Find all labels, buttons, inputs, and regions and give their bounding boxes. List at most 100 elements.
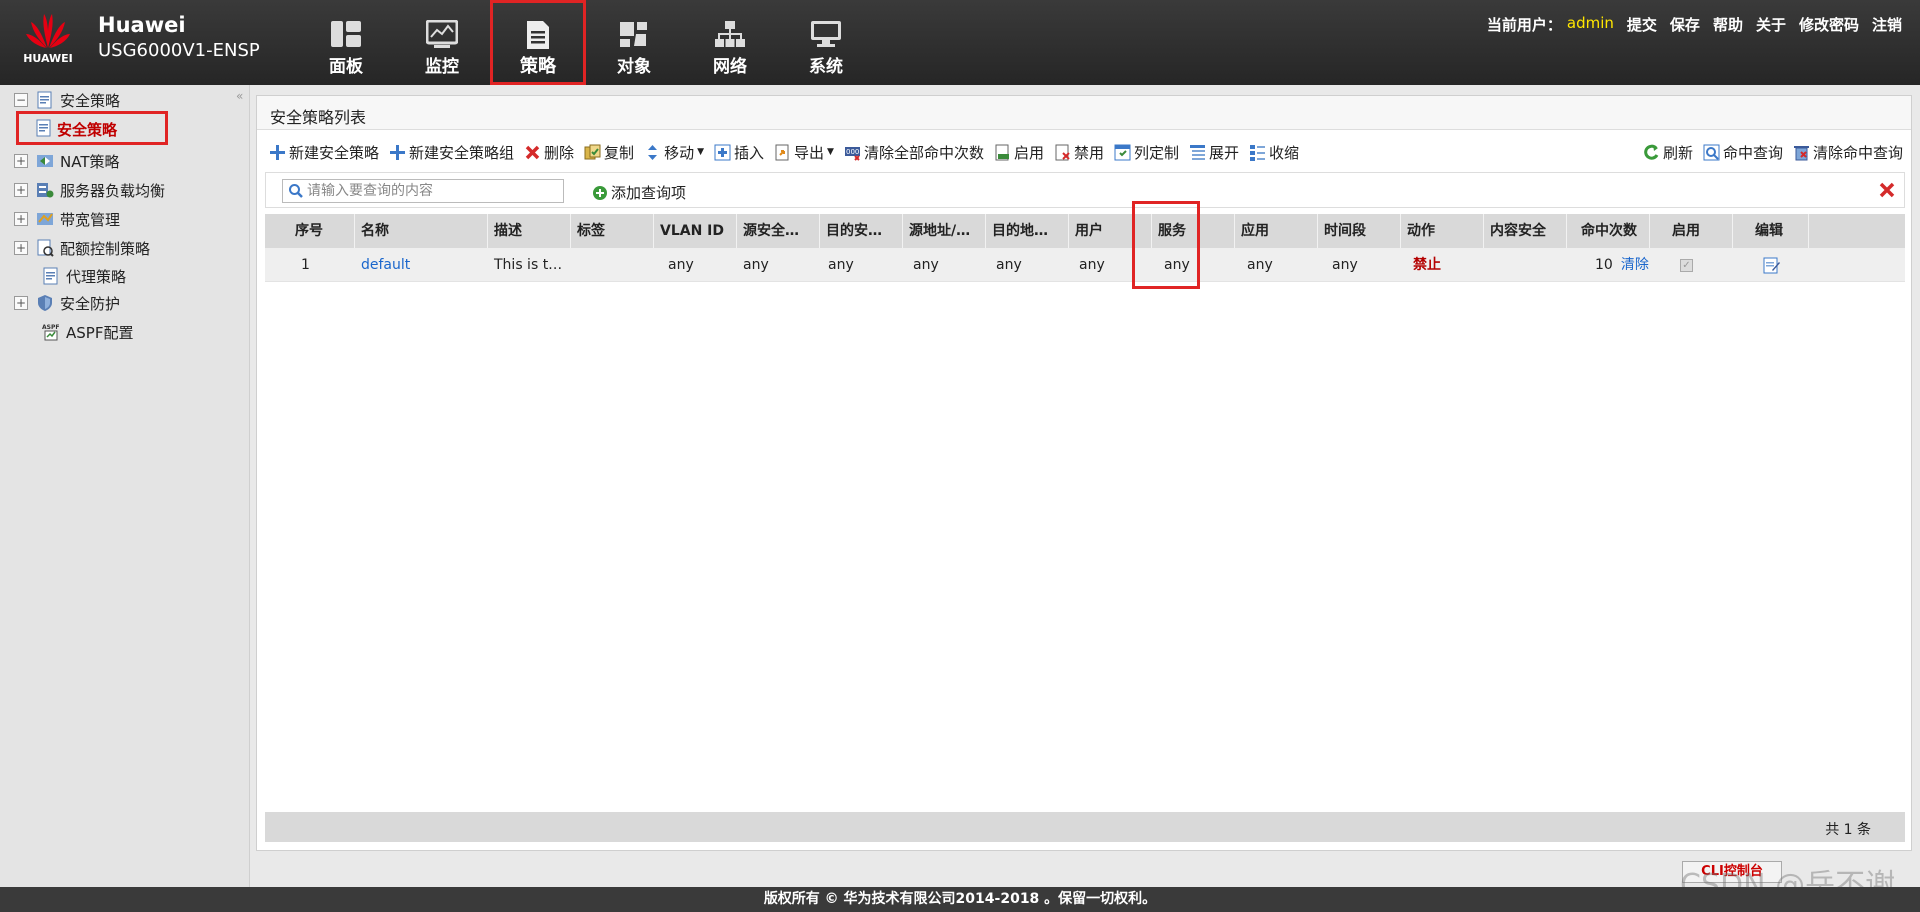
collapse-icon bbox=[1250, 144, 1266, 161]
insert-button[interactable]: 插入 bbox=[714, 142, 764, 163]
nat-icon bbox=[37, 155, 53, 167]
nav-label: 网络 bbox=[713, 57, 747, 77]
cell-dst-zone: any bbox=[828, 257, 854, 273]
disable-button[interactable]: 禁用 bbox=[1054, 142, 1104, 163]
clear-all-hits-button[interactable]: 000 清除全部命中次数 bbox=[844, 142, 984, 163]
button-label: 添加查询项 bbox=[611, 184, 687, 202]
edit-icon[interactable] bbox=[1763, 256, 1781, 274]
clear-search-icon[interactable] bbox=[1878, 181, 1896, 199]
col-edit[interactable]: 编辑 bbox=[1733, 214, 1809, 248]
expand-toggle-icon[interactable]: + bbox=[14, 241, 28, 255]
expand-toggle-icon[interactable]: + bbox=[14, 212, 28, 226]
button-label: 展开 bbox=[1209, 143, 1240, 162]
search-icon bbox=[289, 184, 303, 198]
col-user[interactable]: 用户 bbox=[1069, 214, 1152, 248]
user-links: 当前用户： admin 提交 保存 帮助 关于 修改密码 注销 bbox=[1487, 14, 1902, 35]
refresh-button[interactable]: 刷新 bbox=[1643, 142, 1693, 163]
col-seq[interactable]: 序号 bbox=[265, 214, 355, 248]
sidebar-item-label: 安全策略 bbox=[57, 121, 118, 139]
col-src-zone[interactable]: 源安全… bbox=[737, 214, 820, 248]
hit-query-button[interactable]: 命中查询 bbox=[1703, 142, 1783, 163]
delete-button[interactable]: 删除 bbox=[524, 142, 574, 163]
toolbar: 新建安全策略 新建安全策略组 删除 复制 移动 ▼ 插入 导出 ▼ 000 清除… bbox=[269, 140, 1299, 164]
sidebar-item-security-policy[interactable]: − 安全策略 bbox=[14, 89, 120, 111]
collapse-sidebar-icon[interactable]: « bbox=[236, 89, 243, 103]
collapse-toggle-icon[interactable]: − bbox=[14, 93, 28, 107]
clear-hits-link[interactable]: 清除 bbox=[1621, 248, 1649, 281]
table-row[interactable]: 1 default This is t… any any any any any… bbox=[265, 248, 1905, 282]
col-name[interactable]: 名称 bbox=[355, 214, 488, 248]
button-label: 删除 bbox=[544, 143, 575, 162]
sidebar-item-bandwidth[interactable]: + 带宽管理 bbox=[14, 208, 120, 230]
expand-all-button[interactable]: 展开 bbox=[1189, 142, 1239, 163]
expand-toggle-icon[interactable]: + bbox=[14, 183, 28, 197]
search-bar: 添加查询项 bbox=[265, 172, 1905, 208]
brand-name: Huawei bbox=[98, 13, 186, 37]
logout-link[interactable]: 注销 bbox=[1872, 14, 1902, 35]
nav-monitor[interactable]: 监控 bbox=[394, 0, 490, 85]
sidebar-item-proxy[interactable]: 代理策略 bbox=[42, 265, 126, 287]
sidebar-item-label: 安全防护 bbox=[60, 294, 121, 313]
collapse-all-button[interactable]: 收缩 bbox=[1249, 142, 1299, 163]
col-src-addr[interactable]: 源地址/… bbox=[903, 214, 986, 248]
policy-name-link[interactable]: default bbox=[355, 248, 488, 281]
sidebar-item-nat[interactable]: + NAT策略 bbox=[14, 150, 119, 172]
expand-icon bbox=[1190, 144, 1206, 160]
sidebar-item-label: 代理策略 bbox=[66, 267, 127, 286]
change-password-link[interactable]: 修改密码 bbox=[1799, 14, 1859, 35]
col-action[interactable]: 动作 bbox=[1401, 214, 1484, 248]
button-label: 导出 bbox=[794, 143, 825, 162]
save-link[interactable]: 保存 bbox=[1670, 14, 1700, 35]
col-dst-zone[interactable]: 目的安… bbox=[820, 214, 903, 248]
shield-icon bbox=[38, 295, 52, 311]
nav-network[interactable]: 网络 bbox=[682, 0, 778, 85]
sidebar-item-server-lb[interactable]: + 服务器负载均衡 bbox=[14, 179, 165, 201]
button-label: 复制 bbox=[604, 143, 635, 162]
nav-dashboard[interactable]: 面板 bbox=[298, 0, 394, 85]
nav-system[interactable]: 系统 bbox=[778, 0, 874, 85]
customize-columns-button[interactable]: 列定制 bbox=[1114, 142, 1179, 163]
nav-object[interactable]: 对象 bbox=[586, 0, 682, 85]
search-input[interactable] bbox=[282, 179, 564, 203]
col-time[interactable]: 时间段 bbox=[1318, 214, 1401, 248]
current-user: admin bbox=[1566, 14, 1614, 32]
copy-button[interactable]: 复制 bbox=[584, 142, 634, 163]
add-query-button[interactable]: 添加查询项 bbox=[592, 182, 686, 203]
col-hits[interactable]: 命中次数 bbox=[1567, 214, 1650, 248]
sidebar-item-protection[interactable]: + 安全防护 bbox=[14, 292, 120, 314]
help-link[interactable]: 帮助 bbox=[1713, 14, 1743, 35]
button-label: 启用 bbox=[1013, 143, 1044, 162]
col-app[interactable]: 应用 bbox=[1235, 214, 1318, 248]
cli-console-button[interactable]: CLI控制台 bbox=[1682, 861, 1782, 883]
new-policy-button[interactable]: 新建安全策略 bbox=[269, 142, 379, 163]
col-content-security[interactable]: 内容安全 bbox=[1484, 214, 1567, 248]
about-link[interactable]: 关于 bbox=[1756, 14, 1786, 35]
enabled-checkbox[interactable]: ✓ bbox=[1680, 258, 1693, 272]
new-policy-group-button[interactable]: 新建安全策略组 bbox=[389, 142, 514, 163]
policy-document-icon bbox=[527, 21, 549, 49]
sidebar-item-security-policy-sub[interactable]: 安全策略 bbox=[16, 111, 168, 145]
expand-toggle-icon[interactable]: + bbox=[14, 154, 28, 168]
col-tag[interactable]: 标签 bbox=[571, 214, 654, 248]
sidebar-item-quota[interactable]: + 配额控制策略 bbox=[14, 237, 150, 259]
plus-icon bbox=[390, 144, 406, 160]
clear-hit-query-button[interactable]: 清除命中查询 bbox=[1793, 142, 1903, 163]
submit-link[interactable]: 提交 bbox=[1627, 14, 1657, 35]
expand-toggle-icon[interactable]: + bbox=[14, 296, 28, 310]
top-header: HUAWEI Huawei USG6000V1-ENSP 面板 监控 策略 对象… bbox=[0, 0, 1920, 85]
col-vlan[interactable]: VLAN ID bbox=[654, 214, 737, 248]
hit-count: 10 bbox=[1595, 257, 1613, 273]
col-enabled[interactable]: 启用 bbox=[1650, 214, 1733, 248]
col-desc[interactable]: 描述 bbox=[488, 214, 571, 248]
col-dst-addr[interactable]: 目的地… bbox=[986, 214, 1069, 248]
nav-policy[interactable]: 策略 bbox=[490, 0, 586, 85]
cell-vlan: any bbox=[668, 257, 694, 273]
col-service[interactable]: 服务 bbox=[1152, 214, 1235, 248]
enable-button[interactable]: 启用 bbox=[994, 142, 1044, 163]
quota-icon bbox=[37, 239, 54, 257]
sidebar-item-aspf[interactable]: ASPF ASPF配置 bbox=[42, 321, 133, 343]
move-button[interactable]: 移动 ▼ bbox=[644, 142, 704, 163]
copyright-footer: 版权所有 © 华为技术有限公司2014-2018 。保留一切权利。 bbox=[0, 887, 1920, 912]
export-button[interactable]: 导出 ▼ bbox=[774, 142, 834, 163]
cell-hits: 10 清除 bbox=[1567, 248, 1650, 281]
